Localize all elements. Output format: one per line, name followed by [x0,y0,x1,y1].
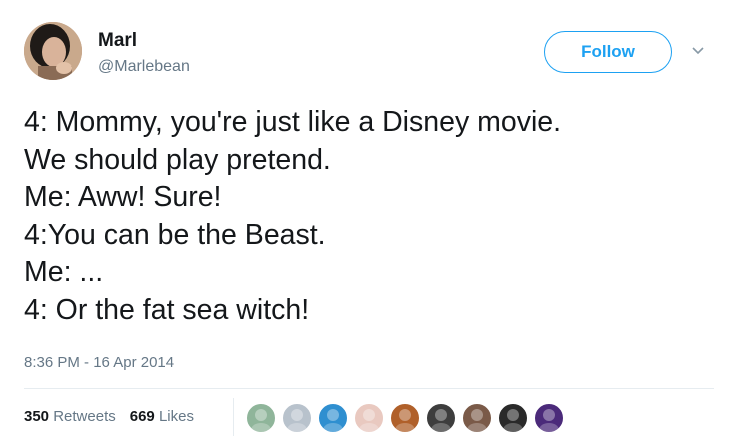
liker-avatar-9[interactable] [534,403,564,433]
liker-avatar-8[interactable] [498,403,528,433]
tweet-line: 4:You can be the Beast. [24,218,326,251]
liker-avatar-3[interactable] [318,403,348,433]
tweet-timestamp[interactable]: 8:36 PM - 16 Apr 2014 [24,354,174,371]
tweet-line: Me: ... [24,256,104,288]
author-name[interactable]: Marl [98,30,137,52]
retweets-label: Retweets [53,408,116,425]
tweet-line: 4: Mommy, you're just like a Disney movi… [24,106,562,138]
tweet-line: We should play pretend. [24,143,331,176]
chevron-down-icon[interactable] [690,44,706,56]
likes-stat[interactable]: 669 Likes [130,408,194,425]
liker-avatar-1[interactable] [246,403,276,433]
liker-avatar-5[interactable] [390,403,420,433]
tweet-line: 4: Or the fat sea witch! [24,293,310,326]
author-photo [24,22,82,80]
engagement-stats: 350 Retweets 669 Likes [24,408,194,425]
liker-avatar-2[interactable] [282,403,312,433]
tweet-line: Me: Aww! Sure! [24,181,222,213]
retweets-count: 350 [24,408,50,425]
author-avatar[interactable] [24,22,82,80]
divider [24,388,714,389]
liker-avatar-7[interactable] [462,403,492,433]
liker-avatar-6[interactable] [426,403,456,433]
likes-count: 669 [129,408,155,425]
liker-avatar-4[interactable] [354,403,384,433]
stats-separator [233,398,234,436]
liker-avatars [246,403,570,433]
tweet-text: 4: Mommy, you're just like a Disney movi… [24,104,714,329]
author-handle[interactable]: @Marlebean [98,58,190,76]
retweets-stat[interactable]: 350 Retweets [24,408,116,425]
likes-label: Likes [158,408,194,425]
follow-button[interactable]: Follow [544,31,672,73]
